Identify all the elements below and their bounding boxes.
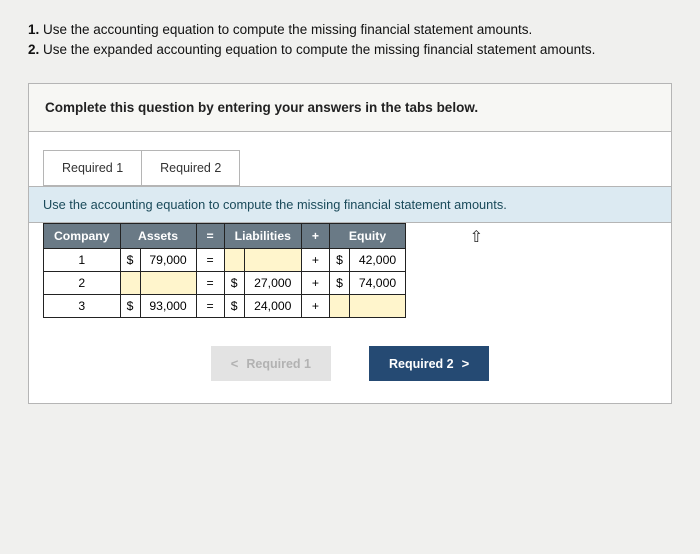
instruction-1-text: Use the accounting equation to compute t…	[39, 22, 532, 37]
cell-assets-value[interactable]	[140, 272, 196, 295]
cell-equity-value: 42,000	[350, 249, 406, 272]
cell-assets-value: 93,000	[140, 295, 196, 318]
instruction-1: 1. Use the accounting equation to comput…	[28, 20, 672, 40]
instruction-2-num: 2.	[28, 42, 39, 57]
instructions-block: 1. Use the accounting equation to comput…	[28, 20, 672, 59]
next-required-label: Required 2	[389, 357, 454, 371]
tab-required-2[interactable]: Required 2	[141, 150, 240, 186]
cell-liabilities-currency: $	[224, 272, 244, 295]
nav-row: < Required 1 Required 2 >	[29, 332, 671, 403]
tab-required-1[interactable]: Required 1	[43, 150, 142, 186]
table-row: 1 $ 79,000 = + $ 42,000	[44, 249, 406, 272]
cell-company: 3	[44, 295, 121, 318]
chevron-right-icon: >	[462, 356, 470, 371]
tabs-row: Required 1 Required 2	[29, 132, 671, 186]
cell-liabilities-value: 27,000	[244, 272, 301, 295]
cell-liabilities-value: 24,000	[244, 295, 301, 318]
col-assets: Assets	[120, 224, 196, 249]
chevron-left-icon: <	[231, 356, 239, 371]
cell-plus: +	[301, 249, 329, 272]
cell-assets-currency: $	[120, 249, 140, 272]
instruction-2-text: Use the expanded accounting equation to …	[39, 42, 595, 57]
table-header-row: Company Assets = Liabilities + Equity	[44, 224, 406, 249]
equation-table: Company Assets = Liabilities + Equity 1 …	[43, 223, 406, 318]
col-liabilities: Liabilities	[224, 224, 301, 249]
col-company: Company	[44, 224, 121, 249]
instruction-1-num: 1.	[28, 22, 39, 37]
cell-company: 2	[44, 272, 121, 295]
cell-eq: =	[196, 295, 224, 318]
next-required-button[interactable]: Required 2 >	[369, 346, 489, 381]
cell-equity-value: 74,000	[350, 272, 406, 295]
cell-equity-value[interactable]	[350, 295, 406, 318]
cell-liabilities-currency: $	[224, 295, 244, 318]
prev-required-label: Required 1	[246, 357, 311, 371]
cell-liabilities-currency[interactable]	[224, 249, 244, 272]
question-panel: Complete this question by entering your …	[28, 83, 672, 404]
col-equity: Equity	[330, 224, 406, 249]
mouse-cursor-icon: ⇧	[470, 227, 483, 247]
col-plus: +	[301, 224, 329, 249]
cell-assets-currency[interactable]	[120, 272, 140, 295]
instruction-2: 2. Use the expanded accounting equation …	[28, 40, 672, 60]
col-eq: =	[196, 224, 224, 249]
cell-eq: =	[196, 249, 224, 272]
cell-assets-value: 79,000	[140, 249, 196, 272]
cell-equity-currency[interactable]	[330, 295, 350, 318]
table-row: 2 = $ 27,000 + $ 74,000	[44, 272, 406, 295]
cell-plus: +	[301, 295, 329, 318]
cell-liabilities-value[interactable]	[244, 249, 301, 272]
cell-equity-currency: $	[330, 249, 350, 272]
prev-required-button: < Required 1	[211, 346, 331, 381]
cell-equity-currency: $	[330, 272, 350, 295]
cell-assets-currency: $	[120, 295, 140, 318]
cell-company: 1	[44, 249, 121, 272]
cell-plus: +	[301, 272, 329, 295]
table-row: 3 $ 93,000 = $ 24,000 +	[44, 295, 406, 318]
panel-header: Complete this question by entering your …	[29, 84, 671, 132]
cell-eq: =	[196, 272, 224, 295]
equation-table-wrap: ⇧ Company Assets = Liabilities + Equity …	[29, 223, 671, 332]
subheader-bar: Use the accounting equation to compute t…	[29, 186, 671, 223]
